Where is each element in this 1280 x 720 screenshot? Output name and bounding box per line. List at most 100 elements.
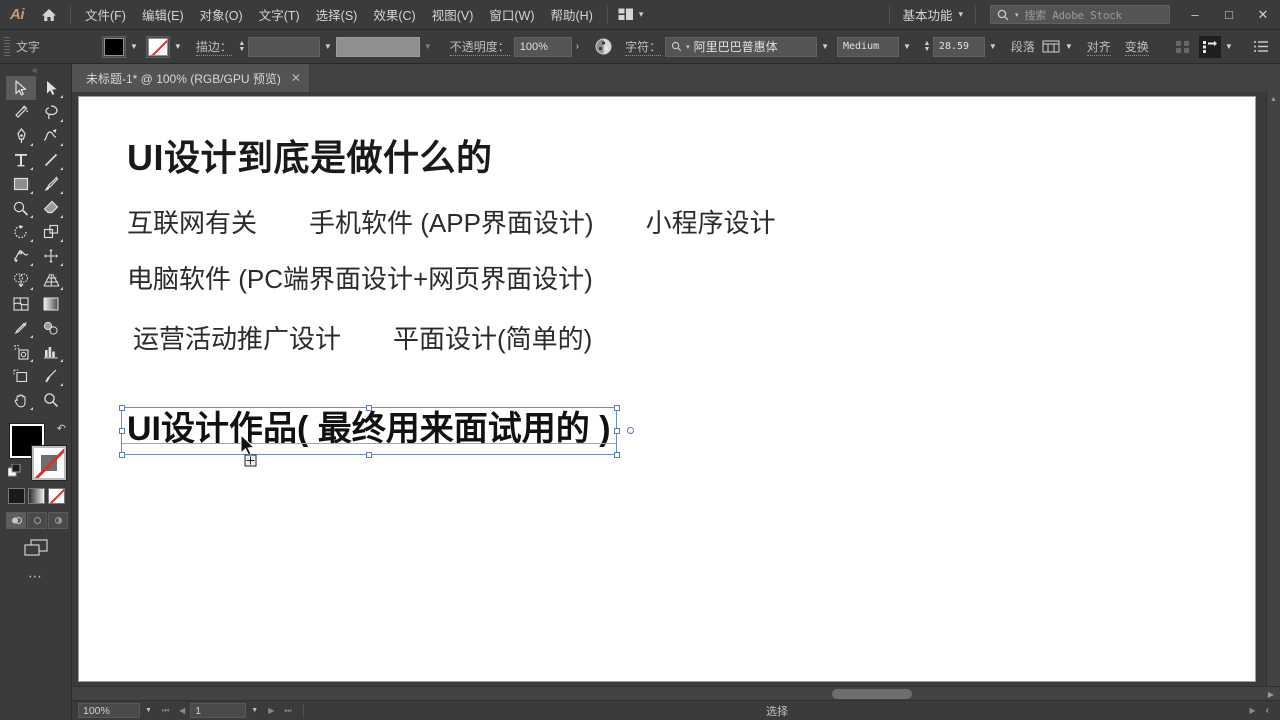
tool-zoom[interactable] <box>36 388 66 412</box>
menu-file[interactable]: 文件(F) <box>77 1 134 28</box>
arrange-documents-button[interactable]: ▾ <box>614 8 648 21</box>
menu-select[interactable]: 选择(S) <box>308 1 366 28</box>
tool-direct-selection[interactable] <box>36 76 66 100</box>
font-style-field[interactable]: Medium <box>837 36 899 57</box>
artboard-heading-text[interactable]: UI设计到底是做什么的 <box>127 129 493 181</box>
last-artboard-button[interactable]: ⏭ <box>279 706 296 716</box>
selected-text-object[interactable]: UI设计作品( 最终用来面试用的 ) <box>118 404 634 467</box>
artboard[interactable]: UI设计到底是做什么的 互联网有关 手机软件 (APP界面设计) 小程序设计 电… <box>78 96 1256 682</box>
panel-options-button[interactable] <box>1251 37 1271 57</box>
menu-view[interactable]: 视图(V) <box>424 1 482 28</box>
tool-artboard[interactable] <box>6 364 36 388</box>
tool-magic-wand[interactable] <box>6 100 36 124</box>
maximize-button[interactable]: □ <box>1212 0 1246 30</box>
stroke-swatch-none[interactable] <box>147 37 168 56</box>
canvas-area[interactable]: UI设计到底是做什么的 互联网有关 手机软件 (APP界面设计) 小程序设计 电… <box>72 92 1280 692</box>
stroke-weight-stepper[interactable]: ▲ ▼ <box>236 40 248 53</box>
font-size-field[interactable]: 28.59 <box>932 36 985 57</box>
tool-slice[interactable] <box>36 364 66 388</box>
tool-width[interactable] <box>6 244 36 268</box>
selected-text-content[interactable]: UI设计作品( 最终用来面试用的 ) <box>121 407 617 451</box>
paragraph-align-button[interactable] <box>1041 37 1061 57</box>
recolor-artwork-button[interactable] <box>593 37 613 57</box>
vertical-scrollbar[interactable]: ▲ <box>1266 92 1280 692</box>
tool-type[interactable] <box>6 148 36 172</box>
tools-panel-grip[interactable]: « <box>0 64 71 76</box>
gradient-mode-icon[interactable] <box>28 488 45 504</box>
paragraph-caret[interactable]: ▼ <box>1061 42 1077 51</box>
scroll-right-icon[interactable]: ▶ <box>1264 687 1278 701</box>
draw-behind-icon[interactable] <box>27 512 47 529</box>
tool-paintbrush[interactable] <box>36 172 66 196</box>
transform-panel-label[interactable]: 变换 <box>1124 38 1149 56</box>
menu-help[interactable]: 帮助(H) <box>543 1 601 28</box>
tool-eraser[interactable] <box>36 196 66 220</box>
stroke-profile-field[interactable] <box>335 36 420 57</box>
font-family-field[interactable]: ▾ 阿里巴巴普惠体 <box>665 36 818 57</box>
tool-blend[interactable] <box>36 316 66 340</box>
change-screen-mode-button[interactable] <box>0 538 72 558</box>
scroll-up-icon[interactable]: ▲ <box>1267 92 1280 106</box>
character-panel-label[interactable]: 字符： <box>625 38 662 56</box>
tool-lasso[interactable] <box>36 100 66 124</box>
tool-column-graph[interactable] <box>36 340 66 364</box>
next-artboard-button[interactable]: ▶ <box>263 706 279 715</box>
artboard-number-field[interactable]: 1 <box>190 703 247 718</box>
none-mode-icon[interactable] <box>48 488 65 504</box>
arrange-object-button[interactable] <box>1198 35 1221 58</box>
artboard-number-caret[interactable]: ▼ <box>246 707 263 714</box>
font-family-caret[interactable]: ▼ <box>817 42 833 51</box>
stroke-profile-caret[interactable]: ▼ <box>420 42 436 51</box>
more-tools-button[interactable]: ⋯ <box>0 568 72 585</box>
swap-fill-stroke-icon[interactable]: ↶ <box>57 422 66 435</box>
artboard-body-line-1[interactable]: 互联网有关 手机软件 (APP界面设计) 小程序设计 <box>127 203 776 240</box>
fill-swatch[interactable] <box>104 37 124 56</box>
tool-shaper[interactable] <box>6 196 36 220</box>
selection-handle-bc[interactable] <box>365 451 372 458</box>
prev-artboard-button[interactable]: ◀ <box>174 706 190 715</box>
workspace-switcher[interactable]: 基本功能 ▾ <box>896 5 969 24</box>
close-icon[interactable]: ✕ <box>291 71 301 85</box>
tool-selection[interactable] <box>6 76 36 100</box>
stroke-weight-field[interactable] <box>247 36 320 57</box>
tool-scale[interactable] <box>36 220 66 244</box>
zoom-level-caret[interactable]: ▼ <box>140 707 157 714</box>
minimize-button[interactable]: – <box>1178 0 1212 30</box>
stroke-color-swatch[interactable] <box>32 446 66 480</box>
default-fill-stroke-icon[interactable] <box>7 463 21 482</box>
menu-edit[interactable]: 编辑(E) <box>134 1 192 28</box>
tool-free-transform[interactable] <box>36 244 66 268</box>
fill-dropdown-caret[interactable]: ▼ <box>126 42 142 51</box>
tool-shape-builder[interactable] <box>6 268 36 292</box>
draw-inside-icon[interactable] <box>48 512 68 529</box>
selection-handle-br[interactable] <box>613 451 620 458</box>
zoom-level-field[interactable]: 100% <box>78 703 140 718</box>
stroke-weight-caret[interactable]: ▼ <box>320 42 336 51</box>
tool-mesh[interactable] <box>6 292 36 316</box>
align-panel-label[interactable]: 对齐 <box>1086 38 1111 56</box>
tool-perspective-grid[interactable] <box>36 268 66 292</box>
stroke-color-control[interactable] <box>145 35 170 58</box>
font-size-stepper[interactable]: ▲ ▼ <box>921 40 933 53</box>
opacity-options-arrow[interactable]: › <box>572 41 583 52</box>
stroke-dropdown-caret[interactable]: ▼ <box>170 42 186 51</box>
menu-window[interactable]: 窗口(W) <box>481 1 542 28</box>
text-object-anchor-point[interactable] <box>627 427 634 434</box>
tool-hand[interactable] <box>6 388 36 412</box>
font-style-caret[interactable]: ▼ <box>899 42 915 51</box>
color-mode-icon[interactable] <box>8 488 25 504</box>
tool-curvature[interactable] <box>36 124 66 148</box>
paragraph-panel-label[interactable]: 段落 <box>1011 38 1035 55</box>
tool-rotate[interactable] <box>6 220 36 244</box>
control-bar-grip[interactable] <box>4 36 10 57</box>
tool-eyedropper[interactable] <box>6 316 36 340</box>
menu-effect[interactable]: 效果(C) <box>365 1 423 28</box>
arrange-caret[interactable]: ▼ <box>1221 42 1237 51</box>
artboard-body-line-2[interactable]: 电脑软件 (PC端界面设计+网页界面设计) <box>127 259 593 296</box>
tool-line-segment[interactable] <box>36 148 66 172</box>
horizontal-scroll-thumb[interactable] <box>832 689 912 699</box>
tool-gradient[interactable] <box>36 292 66 316</box>
status-play-button[interactable]: ▶ <box>1245 706 1261 715</box>
fill-color-control[interactable] <box>102 35 126 58</box>
tool-rectangle[interactable] <box>6 172 36 196</box>
